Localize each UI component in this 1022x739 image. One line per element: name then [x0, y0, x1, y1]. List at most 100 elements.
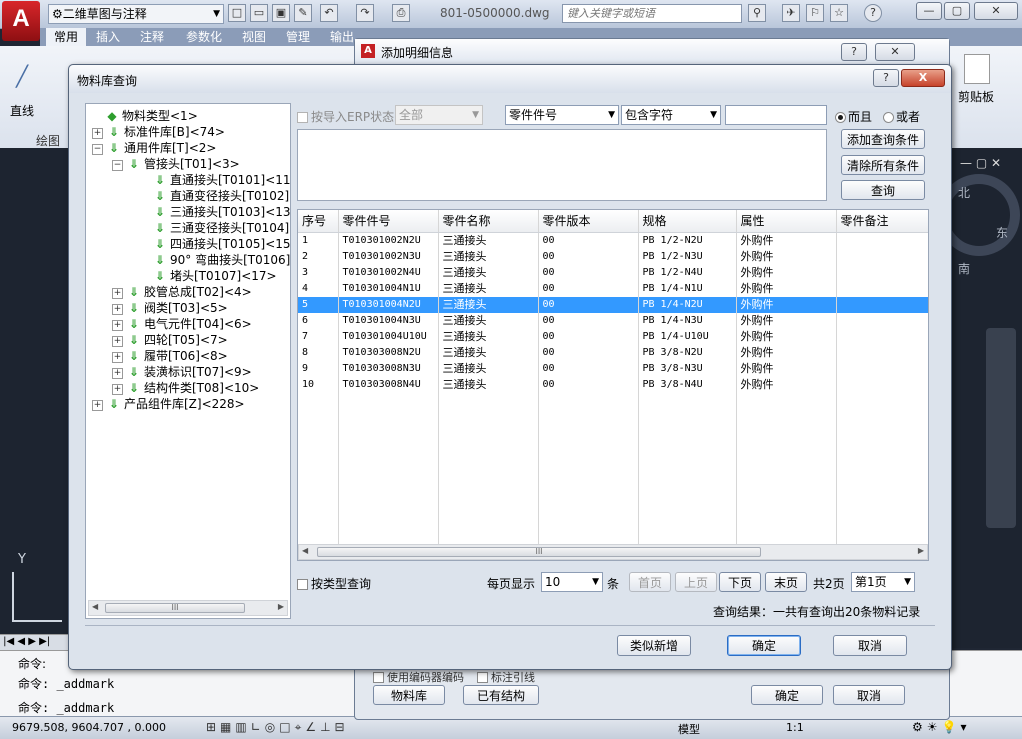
workspace-select[interactable]: ⚙二维草图与注释 ▼: [48, 4, 224, 24]
last-page-button[interactable]: 末页: [765, 572, 807, 592]
column-header[interactable]: 零件版本: [538, 210, 639, 233]
expand-icon[interactable]: +: [112, 368, 123, 379]
save-icon[interactable]: ▣: [272, 4, 290, 22]
expand-icon[interactable]: +: [112, 336, 123, 347]
clipboard-panel-label[interactable]: 剪贴板: [958, 88, 994, 105]
tab-view[interactable]: 视图: [242, 28, 266, 46]
type-query-checkbox[interactable]: 按类型查询: [297, 575, 371, 592]
or-radio[interactable]: 或者: [883, 108, 920, 125]
tree-item[interactable]: + ⇓ 电气元件[T04]<6>: [112, 316, 252, 332]
tab-insert[interactable]: 插入: [96, 28, 120, 46]
close-app-button[interactable]: ✕: [974, 2, 1018, 20]
next-page-button[interactable]: 下页: [719, 572, 761, 592]
collapse-icon[interactable]: −: [92, 144, 103, 155]
prev-page-button[interactable]: 上页: [675, 572, 717, 592]
query-text-input[interactable]: [725, 105, 827, 125]
expand-icon[interactable]: +: [92, 128, 103, 139]
leader-checkbox[interactable]: 标注引线: [477, 669, 535, 685]
status-tray-icons[interactable]: ⚙☀💡▾: [912, 720, 970, 734]
tree-item[interactable]: ⇓ 堵头[T0107]<17>: [138, 268, 277, 284]
tree-item[interactable]: + ⇓ 履带[T06]<8>: [112, 348, 228, 364]
annotation-scale[interactable]: 1:1: [786, 721, 804, 734]
tree-item[interactable]: + ⇓ 四轮[T05]<7>: [112, 332, 228, 348]
tree-item[interactable]: ⇓ 直通接头[T0101]<11>: [138, 172, 290, 188]
tree-item[interactable]: + ⇓ 胶管总成[T02]<4>: [112, 284, 252, 300]
viewport-close-icon[interactable]: — ▢ ✕: [960, 156, 1001, 170]
column-header[interactable]: 规格: [638, 210, 737, 233]
model-space-label[interactable]: 模型: [678, 721, 700, 737]
add-detail-cancel-button[interactable]: 取消: [833, 685, 905, 705]
add-detail-ok-button[interactable]: 确定: [751, 685, 823, 705]
print-icon[interactable]: ⎙: [392, 4, 410, 22]
scroll-left-icon[interactable]: ◀: [302, 546, 308, 555]
redo-icon[interactable]: ↷: [356, 4, 374, 22]
table-row[interactable]: 8 T010303008N2U 三通接头 00 PB 3/8-N2U 外购件: [298, 345, 928, 361]
star-icon[interactable]: ☆: [830, 4, 848, 22]
current-page-select[interactable]: 第1页 ▼: [851, 572, 915, 592]
similar-add-button[interactable]: 类似新增: [617, 635, 691, 656]
tab-parametric[interactable]: 参数化: [186, 28, 222, 46]
tab-home[interactable]: 常用: [46, 28, 86, 46]
tab-manage[interactable]: 管理: [286, 28, 310, 46]
encoder-checkbox[interactable]: 使用编码器编码: [373, 669, 464, 685]
tab-annotate[interactable]: 注释: [140, 28, 164, 46]
table-row[interactable]: 7 T010301004U10U 三通接头 00 PB 1/4-U10U 外购件: [298, 329, 928, 345]
column-header[interactable]: 序号: [298, 210, 339, 233]
column-header[interactable]: 零件件号: [338, 210, 439, 233]
query-button[interactable]: 查询: [841, 180, 925, 200]
tab-output[interactable]: 输出: [330, 28, 354, 46]
table-row[interactable]: 10 T010303008N4U 三通接头 00 PB 3/8-N4U 外购件: [298, 377, 928, 393]
line-tool-icon[interactable]: ╱: [8, 62, 36, 90]
per-page-select[interactable]: 10 ▼: [541, 572, 603, 592]
tree-item[interactable]: ⇓ 90° 弯曲接头[T0106]<: [138, 252, 290, 268]
expand-icon[interactable]: +: [112, 384, 123, 395]
layout-tabs[interactable]: |◀ ◀ ▶ ▶|: [0, 634, 70, 651]
tree-item[interactable]: ◆ 物料类型<1>: [90, 108, 197, 124]
first-page-button[interactable]: 首页: [629, 572, 671, 592]
clear-conditions-button[interactable]: 清除所有条件: [841, 155, 925, 175]
minimize-button[interactable]: —: [916, 2, 942, 20]
undo-icon[interactable]: ↶: [320, 4, 338, 22]
cancel-button[interactable]: 取消: [833, 635, 907, 656]
table-row[interactable]: 3 T010301002N4U 三通接头 00 PB 1/2-N4U 外购件: [298, 265, 928, 281]
scroll-left-icon[interactable]: ◀: [92, 602, 98, 611]
tree-item[interactable]: ⇓ 直通变径接头[T0102]<: [138, 188, 290, 204]
command-input[interactable]: 命令: _addmark: [18, 699, 114, 716]
column-header[interactable]: 零件名称: [438, 210, 539, 233]
scroll-right-icon[interactable]: ▶: [278, 602, 284, 611]
tree-item[interactable]: ⇓ 三通变径接头[T0104]<: [138, 220, 290, 236]
operator-select[interactable]: 包含字符 ▼: [621, 105, 721, 125]
tree-item[interactable]: + ⇓ 阀类[T03]<5>: [112, 300, 228, 316]
and-radio[interactable]: 而且: [835, 108, 872, 125]
autocad-logo-icon[interactable]: A: [2, 1, 40, 41]
navigation-bar[interactable]: [986, 328, 1016, 528]
conditions-list[interactable]: [297, 129, 827, 201]
add-detail-help-button[interactable]: ?: [841, 43, 867, 61]
coordinate-readout[interactable]: 9679.508, 9604.707 , 0.000: [12, 721, 166, 734]
expand-icon[interactable]: +: [112, 288, 123, 299]
table-row[interactable]: 6 T010301004N3U 三通接头 00 PB 1/4-N3U 外购件: [298, 313, 928, 329]
grid-scroll-thumb[interactable]: III: [317, 547, 761, 557]
tools-icon[interactable]: ✈: [782, 4, 800, 22]
existing-structure-button[interactable]: 已有结构: [463, 685, 539, 705]
tree-scrollbar[interactable]: ◀ III ▶: [88, 600, 288, 616]
expand-icon[interactable]: +: [112, 304, 123, 315]
tree-scroll-thumb[interactable]: III: [105, 603, 245, 613]
tree-item[interactable]: − ⇓ 通用件库[T]<2>: [92, 140, 216, 156]
tree-item[interactable]: − ⇓ 管接头[T01]<3>: [112, 156, 240, 172]
tree-item[interactable]: + ⇓ 标准件库[B]<74>: [92, 124, 225, 140]
binoculars-icon[interactable]: ⚲: [748, 4, 766, 22]
add-detail-close-button[interactable]: ✕: [875, 43, 915, 61]
help-icon[interactable]: ?: [864, 4, 882, 22]
material-library-button[interactable]: 物料库: [373, 685, 445, 705]
column-header[interactable]: 属性: [736, 210, 837, 233]
new-file-icon[interactable]: □: [228, 4, 246, 22]
grid-scrollbar[interactable]: ◀ III ▶: [298, 544, 928, 560]
add-condition-button[interactable]: 添加查询条件: [841, 129, 925, 149]
table-row[interactable]: 2 T010301002N3U 三通接头 00 PB 1/2-N3U 外购件: [298, 249, 928, 265]
erp-status-select[interactable]: 全部 ▼: [395, 105, 483, 125]
saveas-icon[interactable]: ✎: [294, 4, 312, 22]
snap-toggles[interactable]: ⊞▦▥∟◎□⌖∠⊥⊟: [206, 720, 349, 735]
table-row[interactable]: 4 T010301004N1U 三通接头 00 PB 1/4-N1U 外购件: [298, 281, 928, 297]
scroll-right-icon[interactable]: ▶: [918, 546, 924, 555]
